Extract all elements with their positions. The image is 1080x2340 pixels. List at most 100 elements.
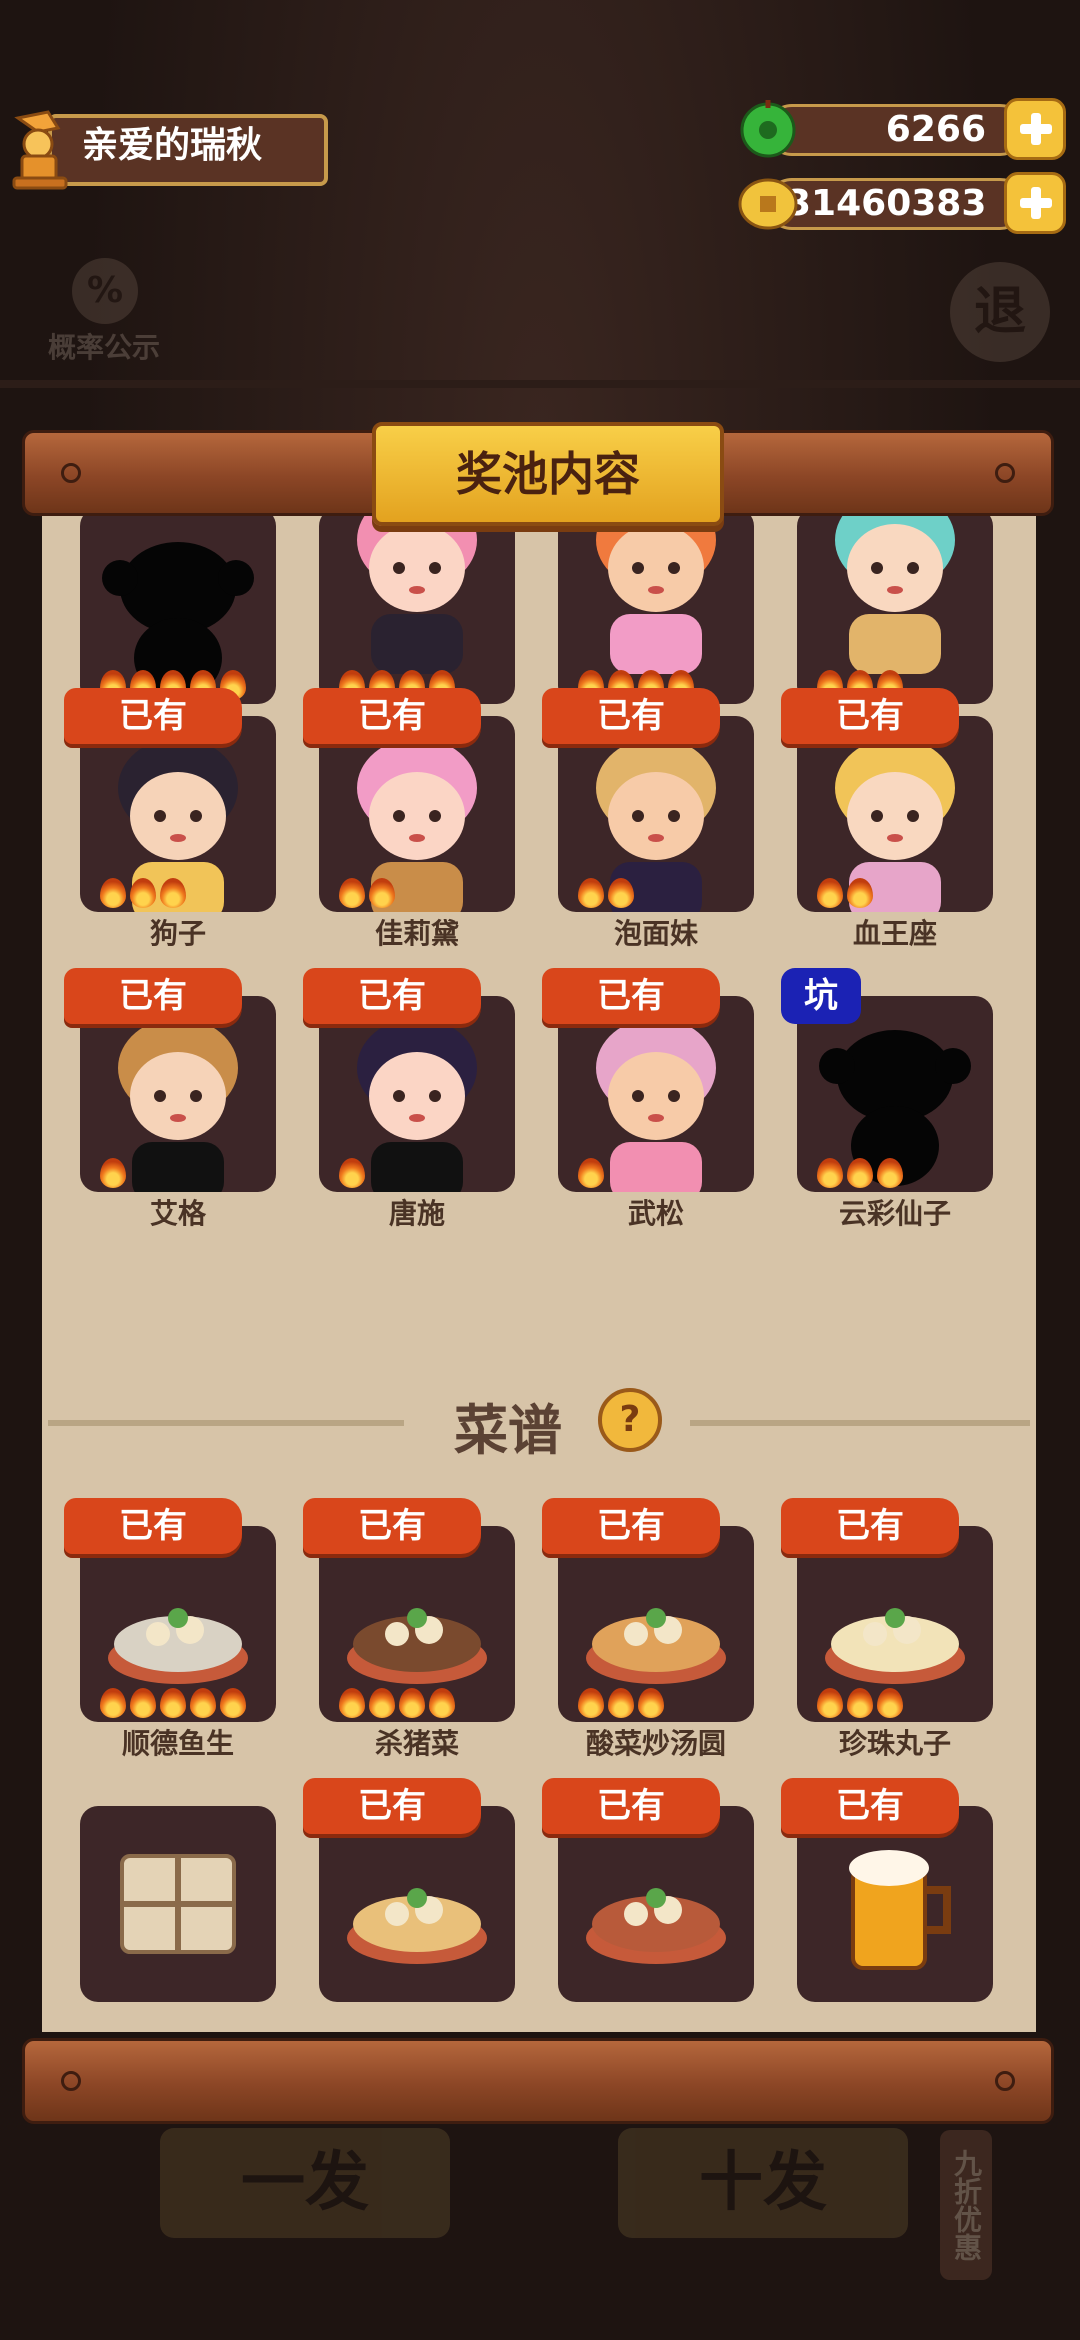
flame-icon	[220, 1688, 246, 1718]
character-card[interactable]	[558, 716, 754, 912]
ten-draw-button[interactable]: 十发	[618, 2128, 908, 2238]
flame-icon	[100, 878, 126, 908]
player-nameplate[interactable]: 亲爱的瑞秋	[8, 110, 333, 192]
flame-icon	[847, 1158, 873, 1188]
flame-icon	[817, 1688, 843, 1718]
recipe-card[interactable]	[797, 1806, 993, 2002]
rod-nail-right	[995, 2071, 1015, 2091]
owned-badge: 已有	[64, 688, 242, 744]
owned-badge: 已有	[781, 688, 959, 744]
flame-icon	[817, 1158, 843, 1188]
character-card[interactable]	[80, 716, 276, 912]
pit-badge: 坑	[781, 968, 861, 1024]
owned-badge: 已有	[303, 688, 481, 744]
rarity-flames	[319, 1158, 515, 1190]
character-name: 狗子	[149, 917, 206, 950]
character-name: 武松	[627, 1197, 684, 1230]
owned-badge: 已有	[781, 1778, 959, 1834]
flame-icon	[578, 1158, 604, 1188]
character-card[interactable]	[319, 512, 515, 704]
recipe-card[interactable]	[797, 1526, 993, 1722]
dish-illustration	[586, 1888, 726, 1964]
flame-icon	[339, 1158, 365, 1188]
character-card[interactable]	[558, 512, 754, 704]
character-card[interactable]	[319, 716, 515, 912]
flame-icon	[847, 1688, 873, 1718]
flame-icon	[130, 1688, 156, 1718]
recipe-section-header: 菜谱 ?	[42, 1382, 1036, 1462]
flame-icon	[190, 1688, 216, 1718]
rarity-flames	[80, 878, 276, 910]
rarity-flames	[797, 1688, 993, 1720]
exit-button[interactable]: 退	[950, 262, 1050, 362]
recipe-card[interactable]	[319, 1806, 515, 2002]
flame-icon	[638, 1688, 664, 1718]
flame-icon	[578, 1688, 604, 1718]
character-name: 云彩仙子	[838, 1197, 951, 1230]
character-card[interactable]	[319, 996, 515, 1192]
rod-nail-right	[995, 463, 1015, 483]
chef-trophy-icon	[12, 110, 68, 190]
section-divider-right	[690, 1420, 1030, 1426]
recipe-card[interactable]	[80, 1526, 276, 1722]
add-coin-button[interactable]	[1004, 172, 1066, 234]
single-draw-button[interactable]: 一发	[160, 2128, 450, 2238]
rarity-flames	[558, 878, 754, 910]
flame-icon	[339, 1688, 365, 1718]
character-card[interactable]	[797, 716, 993, 912]
recipe-name: 杀猪菜	[374, 1727, 459, 1760]
owned-badge: 已有	[542, 688, 720, 744]
dish-illustration	[347, 1888, 487, 1964]
recipe-card[interactable]	[319, 1526, 515, 1722]
owned-badge: 已有	[542, 968, 720, 1024]
top-bar: 亲爱的瑞秋 6266 31460383	[0, 80, 1080, 234]
flame-icon	[608, 878, 634, 908]
background-divider	[0, 380, 1080, 388]
add-jade-button[interactable]	[1004, 98, 1066, 160]
owned-badge: 已有	[542, 1498, 720, 1554]
character-name: 唐施	[388, 1197, 445, 1230]
recipe-name: 顺德鱼生	[121, 1727, 234, 1760]
rarity-flames	[797, 1158, 993, 1190]
player-name: 亲爱的瑞秋	[82, 125, 263, 166]
recipe-card[interactable]	[558, 1526, 754, 1722]
owned-badge: 已有	[303, 1498, 481, 1554]
recipe-section-title: 菜谱	[454, 1399, 562, 1462]
discount-tag: 九折优惠	[940, 2130, 992, 2280]
character-name: 佳莉黛	[374, 917, 459, 950]
flame-icon	[877, 1688, 903, 1718]
character-card[interactable]	[558, 996, 754, 1192]
recipe-card[interactable]	[558, 1806, 754, 2002]
rarity-flames	[80, 1688, 276, 1720]
character-card[interactable]	[80, 512, 276, 704]
owned-badge: 已有	[542, 1778, 720, 1834]
flame-icon	[877, 1158, 903, 1188]
help-icon[interactable]: ?	[598, 1388, 662, 1452]
recipe-name: 珍珠丸子	[838, 1727, 951, 1760]
flame-icon	[160, 1688, 186, 1718]
flame-icon	[369, 878, 395, 908]
character-name: 血王座	[852, 917, 937, 950]
owned-badge: 已有	[303, 1778, 481, 1834]
recipe-card[interactable]	[80, 1806, 276, 2002]
rarity-flames	[558, 1688, 754, 1720]
coin-amount: 31460383	[786, 183, 987, 224]
rarity-flames	[319, 1688, 515, 1720]
character-card[interactable]	[80, 996, 276, 1192]
character-card[interactable]	[797, 996, 993, 1192]
rarity-flames	[797, 878, 993, 910]
jade-counter: 6266	[736, 96, 1066, 160]
jade-amount: 6266	[885, 109, 986, 150]
flame-icon	[369, 1688, 395, 1718]
flame-icon	[847, 878, 873, 908]
flame-icon	[130, 878, 156, 908]
recipe-name: 酸菜炒汤圆	[585, 1727, 726, 1760]
prize-pool-panel[interactable]: 麦格蒙荷仙姑灵兮小泡泡已有狗子已有佳莉黛已有泡面妹已有血王座已有艾格已有唐施已有…	[42, 512, 1036, 2032]
scroll-rod-bottom	[22, 2038, 1054, 2124]
dish-illustration	[120, 1854, 236, 1954]
character-card[interactable]	[797, 512, 993, 704]
owned-badge: 已有	[64, 1498, 242, 1554]
probability-button[interactable]: % 概率公示	[34, 258, 174, 378]
owned-badge: 已有	[781, 1498, 959, 1554]
probability-label: 概率公示	[47, 331, 160, 364]
